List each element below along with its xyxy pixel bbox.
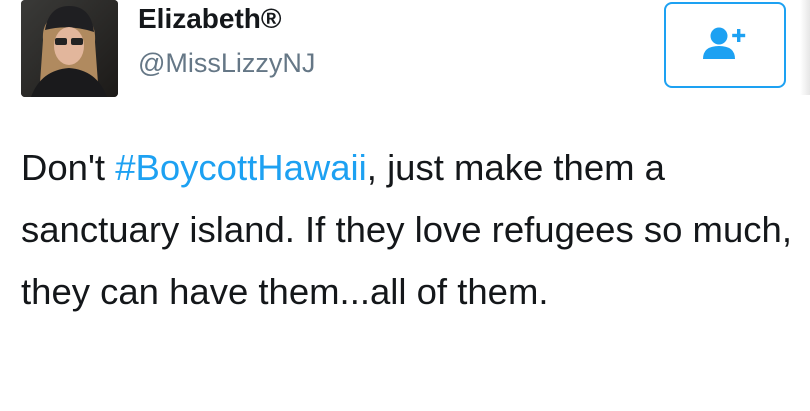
tweet-text-before: Don't [21,147,116,188]
follow-button[interactable] [664,2,786,88]
display-name[interactable]: Elizabeth® [138,3,282,35]
user-handle[interactable]: @MissLizzyNJ [138,47,315,79]
follow-user-icon [702,25,748,66]
avatar[interactable] [21,0,118,97]
scroll-edge [800,0,810,95]
hashtag-link[interactable]: #BoycottHawaii [115,147,367,188]
tweet-text: Don't #BoycottHawaii, just make them a s… [21,137,796,323]
profile-photo-image [21,0,118,97]
